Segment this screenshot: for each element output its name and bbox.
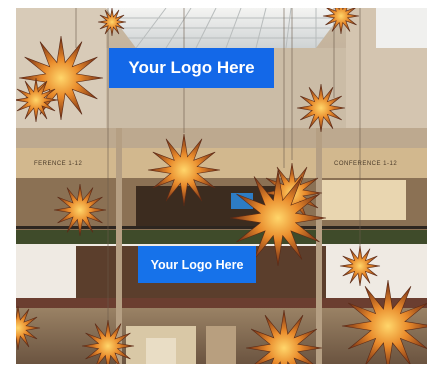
logo-banner-top: Your Logo Here [109, 48, 274, 88]
logo-banner-bottom: Your Logo Here [138, 246, 256, 283]
conference-sign-left: FERENCE 1-12 [34, 161, 83, 167]
conference-sign-right: CONFERENCE 1-12 [334, 161, 398, 167]
